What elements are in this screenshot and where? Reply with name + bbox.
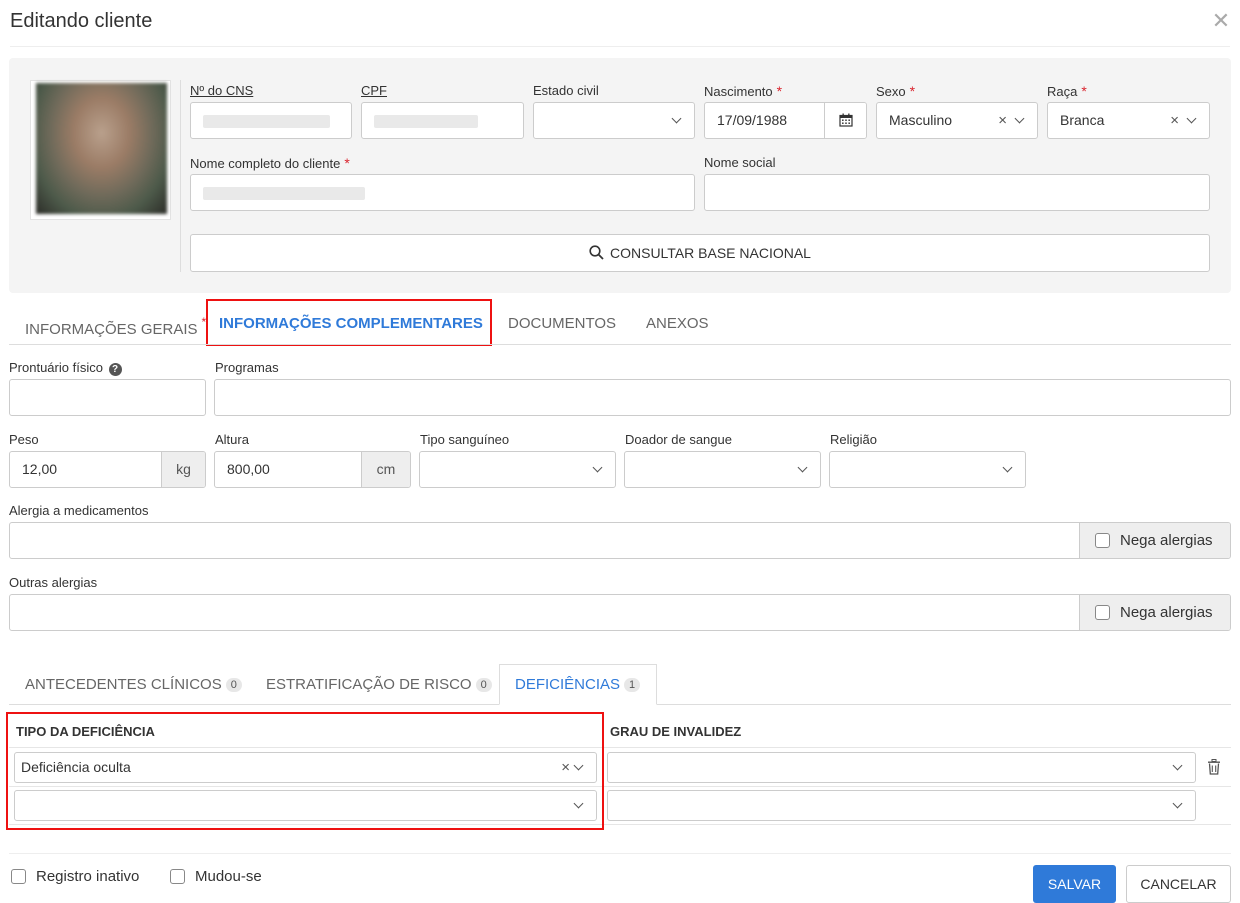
altura-value: 800,00 [227, 461, 270, 477]
subtab-deficiencias[interactable]: DEFICIÊNCIAS 1 [515, 676, 641, 693]
raca-label: Raça * [1047, 83, 1087, 99]
sexo-select[interactable]: Masculino × [876, 102, 1038, 139]
tabs-divider [9, 344, 1231, 345]
cns-redacted [203, 115, 330, 128]
consultar-label: CONSULTAR BASE NACIONAL [610, 245, 811, 261]
chevron-down-icon [1001, 452, 1015, 487]
nascimento-label: Nascimento * [704, 83, 783, 99]
help-icon[interactable]: ? [108, 363, 122, 376]
tab-informacoes-complementares[interactable]: INFORMAÇÕES COMPLEMENTARES [219, 315, 483, 332]
save-button[interactable]: SALVAR [1033, 865, 1116, 903]
dialog-title: Editando cliente [10, 10, 153, 32]
registro-inativo-toggle[interactable]: Registro inativo [11, 868, 139, 886]
sexo-label: Sexo * [876, 83, 916, 99]
alergia-med-input[interactable]: Nega alergias [9, 522, 1231, 559]
col-grau-invalidez: GRAU DE INVALIDEZ [610, 724, 742, 739]
tab-anexos[interactable]: ANEXOS [646, 315, 709, 332]
altura-input[interactable]: 800,00 cm [214, 451, 411, 488]
subtab-antecedentes-clinicos[interactable]: ANTECEDENTES CLÍNICOS 0 [25, 676, 242, 693]
trash-icon[interactable] [1207, 759, 1221, 778]
programas-label: Programas [215, 360, 279, 375]
cns-input[interactable] [190, 102, 352, 139]
nascimento-value: 17/09/1988 [717, 112, 788, 128]
calendar-icon[interactable] [824, 103, 866, 138]
nega-alergias-med-label: Nega alergias [1120, 532, 1213, 549]
peso-label: Peso [9, 432, 39, 447]
nega-alergias-med-toggle[interactable]: Nega alergias [1079, 523, 1230, 558]
doador-label: Doador de sangue [625, 432, 732, 447]
nega-alergias-outras-checkbox[interactable] [1095, 605, 1110, 620]
nome-label: Nome completo do cliente * [190, 155, 350, 171]
peso-value: 12,00 [22, 461, 58, 477]
nome-social-input[interactable] [704, 174, 1210, 211]
estado-civil-label: Estado civil [533, 83, 599, 98]
nome-social-label: Nome social [704, 155, 776, 170]
peso-unit: kg [161, 452, 205, 487]
chevron-down-icon [796, 452, 810, 487]
photo-divider [180, 80, 181, 272]
mudou-se-toggle[interactable]: Mudou-se [170, 868, 262, 886]
mudou-se-label: Mudou-se [195, 868, 262, 885]
nega-alergias-outras-toggle[interactable]: Nega alergias [1079, 595, 1230, 630]
tipo-sanguineo-select[interactable] [419, 451, 616, 488]
chevron-down-icon [1013, 103, 1027, 138]
cancel-button[interactable]: CANCELAR [1126, 865, 1231, 903]
client-photo[interactable] [36, 83, 167, 214]
search-icon [589, 245, 604, 260]
doador-select[interactable] [624, 451, 821, 488]
deficiencia-highlight-box [6, 712, 604, 830]
registro-inativo-checkbox[interactable] [11, 869, 26, 884]
nome-redacted [203, 187, 365, 200]
raca-select[interactable]: Branca × [1047, 102, 1210, 139]
title-divider [10, 46, 1230, 47]
chevron-down-icon [591, 452, 605, 487]
prontuario-input[interactable] [9, 379, 206, 416]
nega-alergias-med-checkbox[interactable] [1095, 533, 1110, 548]
cpf-redacted [374, 115, 478, 128]
tipo-sanguineo-label: Tipo sanguíneo [420, 432, 510, 447]
alergia-med-label: Alergia a medicamentos [9, 503, 149, 518]
raca-value: Branca [1060, 112, 1105, 128]
outras-alergias-label: Outras alergias [9, 575, 98, 590]
cpf-input[interactable] [361, 102, 524, 139]
altura-label: Altura [215, 432, 249, 447]
registro-inativo-label: Registro inativo [36, 868, 140, 885]
grau-invalidez-select-1[interactable] [607, 752, 1196, 783]
nome-input[interactable] [190, 174, 695, 211]
chevron-down-icon [670, 103, 684, 138]
cpf-label: CPF [361, 83, 387, 98]
consultar-base-nacional-button[interactable]: CONSULTAR BASE NACIONAL [190, 234, 1210, 272]
chevron-down-icon [1171, 791, 1185, 817]
estado-civil-select[interactable] [533, 102, 695, 139]
tab-informacoes-gerais[interactable]: INFORMAÇÕES GERAIS * [25, 315, 206, 338]
peso-input[interactable]: 12,00 kg [9, 451, 206, 488]
sexo-value: Masculino [889, 112, 953, 128]
grau-invalidez-select-2[interactable] [607, 790, 1196, 821]
tab-documentos[interactable]: DOCUMENTOS [508, 315, 616, 332]
cns-label: Nº do CNS [190, 83, 254, 98]
altura-unit: cm [361, 452, 410, 487]
mudou-se-checkbox[interactable] [170, 869, 185, 884]
programas-input[interactable] [214, 379, 1231, 416]
nascimento-input[interactable]: 17/09/1988 [704, 102, 867, 139]
prontuario-label: Prontuário físico ? [9, 360, 122, 376]
close-icon[interactable]: ✕ [1210, 10, 1232, 32]
outras-alergias-input[interactable]: Nega alergias [9, 594, 1231, 631]
chevron-down-icon [1171, 753, 1185, 779]
subtab-estratificacao-de-risco[interactable]: ESTRATIFICAÇÃO DE RISCO 0 [266, 676, 492, 693]
clear-icon[interactable]: × [1170, 103, 1179, 138]
nega-alergias-outras-label: Nega alergias [1120, 604, 1213, 621]
footer-divider [9, 853, 1231, 854]
chevron-down-icon [1185, 103, 1199, 138]
clear-icon[interactable]: × [998, 103, 1007, 138]
religiao-select[interactable] [829, 451, 1026, 488]
religiao-label: Religião [830, 432, 877, 447]
